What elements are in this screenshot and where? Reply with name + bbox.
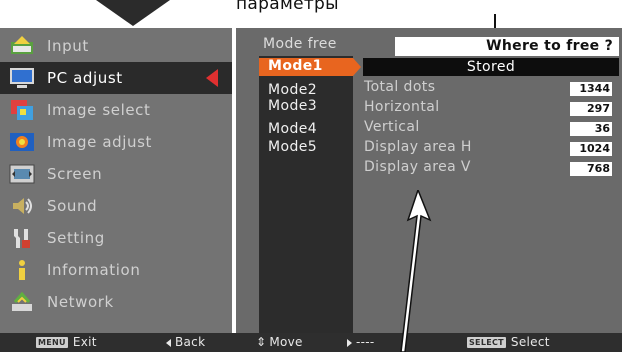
image-select-icon [9, 98, 35, 122]
exit-label: Exit [72, 335, 97, 349]
screen-icon [9, 162, 35, 186]
back-label: Back [175, 335, 206, 349]
menu-item-network[interactable]: Network [0, 286, 232, 318]
menu-label: PC adjust [47, 69, 123, 87]
mode-item-1[interactable]: Mode1 [268, 58, 323, 74]
menu-item-setting[interactable]: Setting [0, 222, 232, 254]
menu-item-input[interactable]: Input [0, 30, 232, 62]
param-label-vertical: Vertical [364, 119, 420, 135]
select-hint: SELECT Select [467, 333, 550, 352]
setting-icon [9, 226, 35, 250]
menu-item-sound[interactable]: Sound [0, 190, 232, 222]
right-arrow-icon [347, 338, 352, 347]
callout-arrow [400, 190, 432, 352]
menu-label: Information [47, 261, 141, 279]
menu-item-image-select[interactable]: Image select [0, 94, 232, 126]
mode-free-label[interactable]: Mode free [263, 36, 337, 52]
menu-item-pc-adjust[interactable]: PC adjust [0, 62, 232, 94]
select-label: Select [510, 335, 550, 349]
pointer-triangle [96, 0, 170, 26]
back-hint: Back [166, 333, 205, 352]
next-hint: ---- [347, 333, 375, 352]
menu-label: Network [47, 293, 114, 311]
information-icon [9, 258, 35, 282]
where-to-free-text: Where to free ? [486, 38, 613, 54]
param-value-display-area-v: 768 [570, 162, 612, 176]
mode-selection-arrow-icon [353, 58, 361, 76]
main-menu: Input PC adjust Image select Image adjus… [0, 28, 232, 333]
move-hint: ⇕ Move [256, 333, 303, 352]
select-key-tag: SELECT [467, 337, 506, 348]
mode-item-5[interactable]: Mode5 [268, 139, 317, 155]
caption-text: параметры [236, 0, 339, 14]
menu-item-information[interactable]: Information [0, 254, 232, 286]
exit-hint: MENU Exit [36, 333, 97, 352]
stored-text: Stored [466, 59, 516, 75]
mode-item-2[interactable]: Mode2 [268, 82, 317, 98]
pc-adjust-icon [9, 66, 35, 90]
param-value-display-area-h: 1024 [570, 142, 612, 156]
image-adjust-icon [9, 130, 35, 154]
param-value-vertical: 36 [570, 122, 612, 136]
param-label-display-area-v: Display area V [364, 159, 471, 175]
menu-label: Sound [47, 197, 98, 215]
network-icon [9, 290, 35, 314]
menu-key-tag: MENU [36, 337, 68, 348]
menu-item-image-adjust[interactable]: Image adjust [0, 126, 232, 158]
up-down-arrow-icon: ⇕ [256, 335, 267, 349]
move-label: Move [269, 335, 303, 349]
active-arrow-icon [206, 69, 218, 87]
left-arrow-icon [166, 338, 171, 347]
next-label: ---- [356, 335, 375, 349]
mode-item-4[interactable]: Mode4 [268, 121, 317, 137]
param-value-total-dots: 1344 [570, 82, 612, 96]
param-label-horizontal: Horizontal [364, 99, 440, 115]
sound-icon [9, 194, 35, 218]
menu-item-screen[interactable]: Screen [0, 158, 232, 190]
menu-label: Setting [47, 229, 105, 247]
param-label-display-area-h: Display area H [364, 139, 472, 155]
mode-item-3[interactable]: Mode3 [268, 98, 317, 114]
param-label-total-dots: Total dots [364, 79, 436, 95]
input-icon [9, 34, 35, 58]
menu-label: Screen [47, 165, 103, 183]
menu-label: Image select [47, 101, 151, 119]
menu-label: Image adjust [47, 133, 153, 151]
param-value-horizontal: 297 [570, 102, 612, 116]
menu-label: Input [47, 37, 89, 55]
